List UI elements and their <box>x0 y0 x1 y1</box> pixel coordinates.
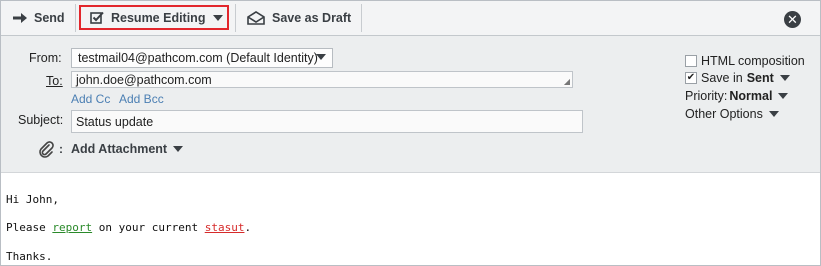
to-field[interactable]: john.doe@pathcom.com ◢ <box>71 71 573 88</box>
from-label: From: <box>29 51 62 65</box>
resize-grip-icon: ◢ <box>563 77 570 86</box>
resume-editing-label: Resume Editing <box>111 11 206 25</box>
to-value: john.doe@pathcom.com <box>76 72 212 87</box>
compose-toolbar: Send Resume Editing Save as Draft ✕ <box>1 1 820 36</box>
priority-label: Priority: <box>685 89 728 103</box>
arrow-right-icon <box>13 12 27 24</box>
save-in-folder: Sent <box>746 71 774 85</box>
compose-header: From: testmail04@pathcom.com (Default Id… <box>1 36 820 173</box>
close-icon[interactable]: ✕ <box>784 11 801 28</box>
attach-separator: : <box>59 142 63 156</box>
chevron-down-icon <box>768 111 779 117</box>
paperclip-icon <box>37 140 55 158</box>
other-options[interactable]: Other Options <box>685 107 779 121</box>
add-bcc-link[interactable]: Add Bcc <box>119 92 164 106</box>
chevron-down-icon[interactable] <box>778 93 789 99</box>
subject-field[interactable]: Status update <box>71 110 583 133</box>
spell-suggestion-word[interactable]: report <box>52 221 92 234</box>
compose-window: Send Resume Editing Save as Draft ✕ From… <box>0 0 821 266</box>
checkbox-icon[interactable] <box>685 55 697 67</box>
chevron-down-icon <box>173 146 184 152</box>
add-attachment-label: Add Attachment <box>71 142 168 156</box>
toolbar-divider <box>75 4 76 32</box>
save-in-label: Save in <box>701 71 743 85</box>
envelope-icon <box>247 11 265 25</box>
add-attachment[interactable]: : Add Attachment <box>37 140 184 158</box>
checkbox-icon[interactable]: ✔ <box>685 72 697 84</box>
toolbar-divider <box>361 4 362 32</box>
save-in-option[interactable]: ✔ Save in Sent <box>685 71 790 85</box>
to-label[interactable]: To: <box>46 74 63 88</box>
subject-value: Status update <box>76 114 154 129</box>
priority-option[interactable]: Priority: Normal <box>685 89 789 103</box>
misspelled-word[interactable]: stasut <box>205 221 245 234</box>
toolbar-divider <box>235 4 236 32</box>
add-cc-link[interactable]: Add Cc <box>71 92 110 106</box>
send-button[interactable]: Send <box>13 1 65 35</box>
from-value: testmail04@pathcom.com (Default Identity… <box>78 51 318 65</box>
chevron-down-icon[interactable] <box>779 75 790 81</box>
message-line-closing: Thanks. <box>6 250 53 263</box>
chevron-down-icon <box>213 15 224 21</box>
send-label: Send <box>34 11 65 25</box>
message-line-greeting: Hi John, <box>6 193 59 206</box>
scrollbar[interactable] <box>807 173 820 265</box>
priority-value: Normal <box>729 89 773 103</box>
resume-editing-button[interactable]: Resume Editing <box>90 1 224 35</box>
subject-label: Subject: <box>18 113 64 127</box>
from-select[interactable]: testmail04@pathcom.com (Default Identity… <box>71 48 333 68</box>
chevron-down-icon <box>316 54 326 60</box>
save-as-draft-label: Save as Draft <box>272 11 352 25</box>
html-composition-option[interactable]: HTML composition <box>685 54 805 68</box>
message-line-request: Please report on your current stasut. <box>6 221 252 234</box>
other-options-label: Other Options <box>685 107 763 121</box>
edit-checkbox-icon <box>90 11 105 25</box>
save-as-draft-button[interactable]: Save as Draft <box>247 1 351 35</box>
html-composition-label: HTML composition <box>701 54 805 68</box>
